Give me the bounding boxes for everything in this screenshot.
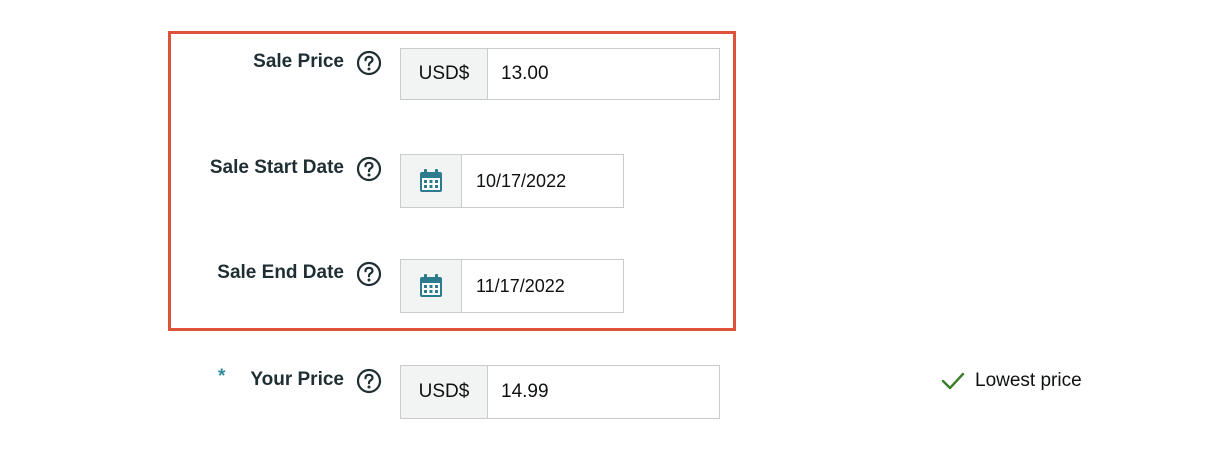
currency-prefix: USD$ [401, 366, 488, 418]
sale-start-date-label: Sale Start Date [209, 157, 344, 178]
calendar-icon [420, 169, 442, 192]
your-price-input-group: USD$ 14.99 [400, 365, 720, 419]
required-marker: * [218, 366, 226, 387]
price-status: Lowest price [941, 370, 1082, 392]
sale-start-date-input[interactable]: 10/17/2022 [462, 155, 623, 207]
sale-end-date-label: Sale End Date [217, 262, 344, 283]
your-price-label: Your Price [250, 369, 344, 390]
calendar-button[interactable] [401, 155, 462, 207]
help-icon[interactable] [356, 156, 382, 182]
checkmark-icon [941, 372, 965, 390]
help-icon[interactable] [356, 50, 382, 76]
help-icon[interactable] [356, 261, 382, 287]
sale-end-date-input[interactable]: 11/17/2022 [462, 260, 623, 312]
sale-end-date-input-group: 11/17/2022 [400, 259, 624, 313]
calendar-icon [420, 274, 442, 297]
calendar-button[interactable] [401, 260, 462, 312]
sale-price-input[interactable]: 13.00 [488, 49, 719, 99]
currency-prefix: USD$ [401, 49, 488, 99]
your-price-input[interactable]: 14.99 [488, 366, 719, 418]
sale-start-date-input-group: 10/17/2022 [400, 154, 624, 208]
price-status-text: Lowest price [975, 370, 1082, 391]
help-icon[interactable] [356, 368, 382, 394]
sale-price-label: Sale Price [253, 51, 344, 72]
sale-price-input-group: USD$ 13.00 [400, 48, 720, 100]
